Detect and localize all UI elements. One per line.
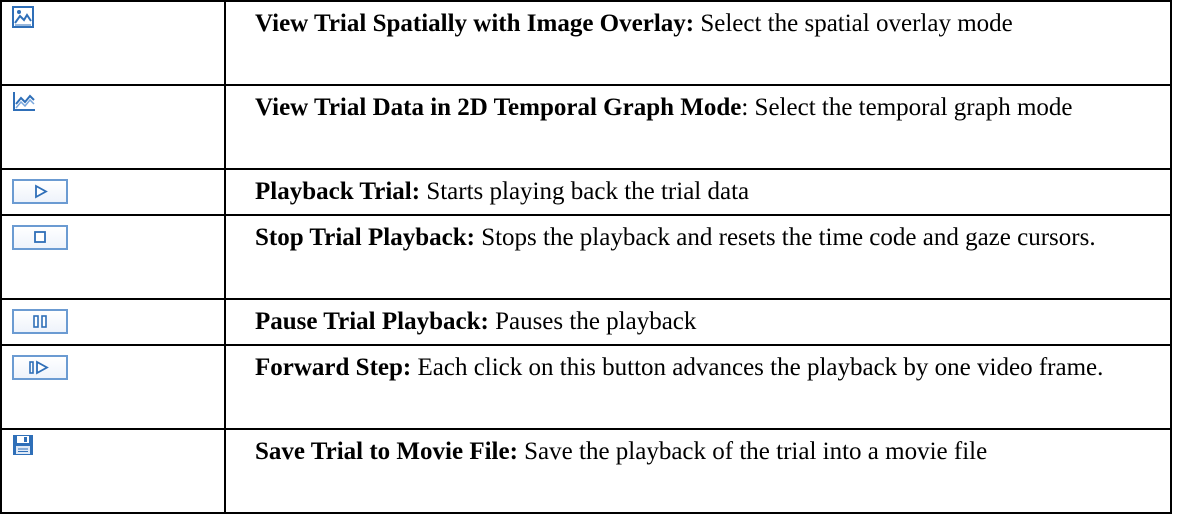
description-cell: View Trial Spatially with Image Overlay:… (224, 0, 1172, 86)
item-label: Playback Trial: (255, 178, 421, 205)
icon-cell (0, 298, 226, 346)
icon-cell (0, 428, 226, 514)
save-movie-icon (12, 434, 34, 456)
description-cell: Playback Trial: Starts playing back the … (224, 168, 1172, 216)
table-row: Playback Trial: Starts playing back the … (0, 168, 1172, 216)
icon-cell (0, 344, 226, 430)
item-description: Pauses the playback (488, 308, 697, 335)
image-overlay-icon (12, 6, 34, 28)
description-cell: View Trial Data in 2D Temporal Graph Mod… (224, 84, 1172, 170)
icon-cell (0, 214, 226, 300)
table-row: View Trial Data in 2D Temporal Graph Mod… (0, 84, 1172, 170)
icon-cell (0, 0, 226, 86)
forward-step-icon (12, 355, 68, 380)
item-description: Stops the playback and resets the time c… (474, 224, 1096, 251)
description-cell: Pause Trial Playback: Pauses the playbac… (224, 298, 1172, 346)
description-cell: Save Trial to Movie File: Save the playb… (224, 428, 1172, 514)
table-row: Save Trial to Movie File: Save the playb… (0, 428, 1172, 514)
table-row: View Trial Spatially with Image Overlay:… (0, 0, 1172, 86)
icon-cell (0, 168, 226, 216)
description-cell: Forward Step: Each click on this button … (224, 344, 1172, 430)
table-row: Pause Trial Playback: Pauses the playbac… (0, 298, 1172, 346)
temporal-graph-icon (12, 90, 36, 112)
item-label: Pause Trial Playback: (255, 308, 489, 335)
table-row: Stop Trial Playback: Stops the playback … (0, 214, 1172, 300)
item-description: : Select the temporal graph mode (741, 94, 1073, 121)
toolbar-reference-table: View Trial Spatially with Image Overlay:… (0, 0, 1172, 514)
item-description: Starts playing back the trial data (420, 178, 750, 205)
item-label: Stop Trial Playback: (255, 224, 475, 251)
item-description: Select the spatial overlay mode (694, 10, 1013, 37)
icon-cell (0, 84, 226, 170)
item-label: Forward Step: (255, 354, 412, 381)
item-description: Each click on this button advances the p… (411, 354, 1104, 381)
play-icon (12, 179, 68, 204)
item-label: View Trial Spatially with Image Overlay: (255, 10, 695, 37)
table-row: Forward Step: Each click on this button … (0, 344, 1172, 430)
pause-icon (12, 309, 68, 334)
description-cell: Stop Trial Playback: Stops the playback … (224, 214, 1172, 300)
stop-icon (12, 225, 68, 250)
item-label: View Trial Data in 2D Temporal Graph Mod… (255, 94, 742, 121)
